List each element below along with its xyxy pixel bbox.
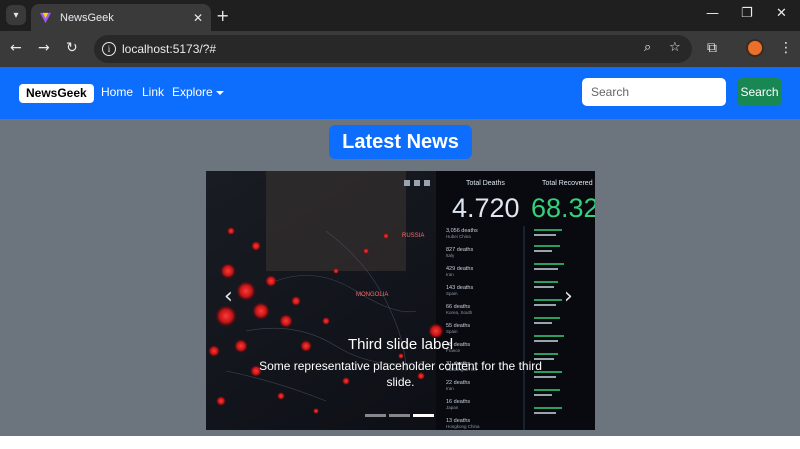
search-button[interactable]: Search [737,78,782,106]
death-location-label: Spain [446,329,458,334]
slide-caption-title: Third slide label [347,336,454,353]
browser-tab[interactable]: NewsGeek ✕ [31,4,211,31]
tab-search-icon[interactable]: ▾ [6,5,26,25]
page-title: Latest News [329,125,472,159]
header-total-deaths: Total Deaths [466,180,505,187]
death-location-label: Hongkong China [446,424,480,429]
forward-icon[interactable]: → [38,40,50,56]
map-label-russia: RUSSIA [402,233,424,239]
nav-dropdown-label: Explore [172,85,213,99]
page-bottom-strip [0,436,800,449]
header-total-recovered: Total Recovered [542,180,593,187]
nav-link-home[interactable]: Home [101,85,133,99]
nav-dropdown-explore[interactable]: Explore [172,85,224,99]
zoom-icon[interactable]: ⌕ [644,40,651,55]
extensions-icon[interactable]: ⧉ [707,40,717,56]
address-bar[interactable]: i localhost:5173/?# ⌕ ☆ [94,35,692,63]
slide-caption-text: Some representative placeholder content … [259,359,542,389]
death-location-label: Spain [446,291,458,296]
death-location-label: Korea, South [446,310,473,315]
carousel-indicator[interactable] [365,414,386,417]
more-menu-icon[interactable]: ⋮ [779,40,793,56]
carousel-prev-icon[interactable]: ‹ [224,284,233,309]
nav-link-link[interactable]: Link [142,85,164,99]
total-recovered-value: 68.324 [531,193,595,223]
death-location-label: Japan [446,405,459,410]
map-label-mongolia: MONGOLIA [356,292,388,298]
death-location-label: Iran [446,272,454,277]
url-text[interactable]: localhost:5173/?# [122,42,216,56]
reload-icon[interactable]: ↻ [66,40,78,56]
browser-tab-bar: ▾ NewsGeek ✕ + — ❐ ✕ [0,0,800,31]
browser-toolbar: ← → ↻ i localhost:5173/?# ⌕ ☆ ⧉ ⋮ [0,31,800,67]
restore-icon[interactable]: ❐ [741,6,753,21]
slide-image: RUSSIA MONGOLIA Total Deaths Total Recov… [206,171,595,430]
new-tab-icon[interactable]: + [216,6,229,25]
favicon-icon [39,12,52,24]
navbar: NewsGeek Home Link Explore Search [0,67,800,119]
window-close-icon[interactable]: ✕ [776,6,787,21]
caret-down-icon [215,90,224,95]
carousel-indicator[interactable] [389,414,410,417]
carousel-next-icon[interactable]: › [564,284,573,309]
back-icon[interactable]: ← [10,40,22,56]
death-location-label: Italy [446,253,455,258]
death-location-label: Hubei China [446,234,471,239]
carousel-indicator-active[interactable] [413,414,434,417]
total-deaths-value: 4.720 [452,193,520,223]
close-icon[interactable]: ✕ [193,11,203,25]
tab-title: NewsGeek [60,11,114,24]
carousel-indicators [365,414,434,417]
search-input[interactable] [582,78,726,106]
site-info-icon[interactable]: i [102,42,116,56]
bookmark-star-icon[interactable]: ☆ [669,40,681,55]
minimize-icon[interactable]: — [706,6,719,21]
navbar-brand[interactable]: NewsGeek [19,84,94,103]
news-carousel: RUSSIA MONGOLIA Total Deaths Total Recov… [206,171,595,430]
profile-icon[interactable] [746,39,764,57]
